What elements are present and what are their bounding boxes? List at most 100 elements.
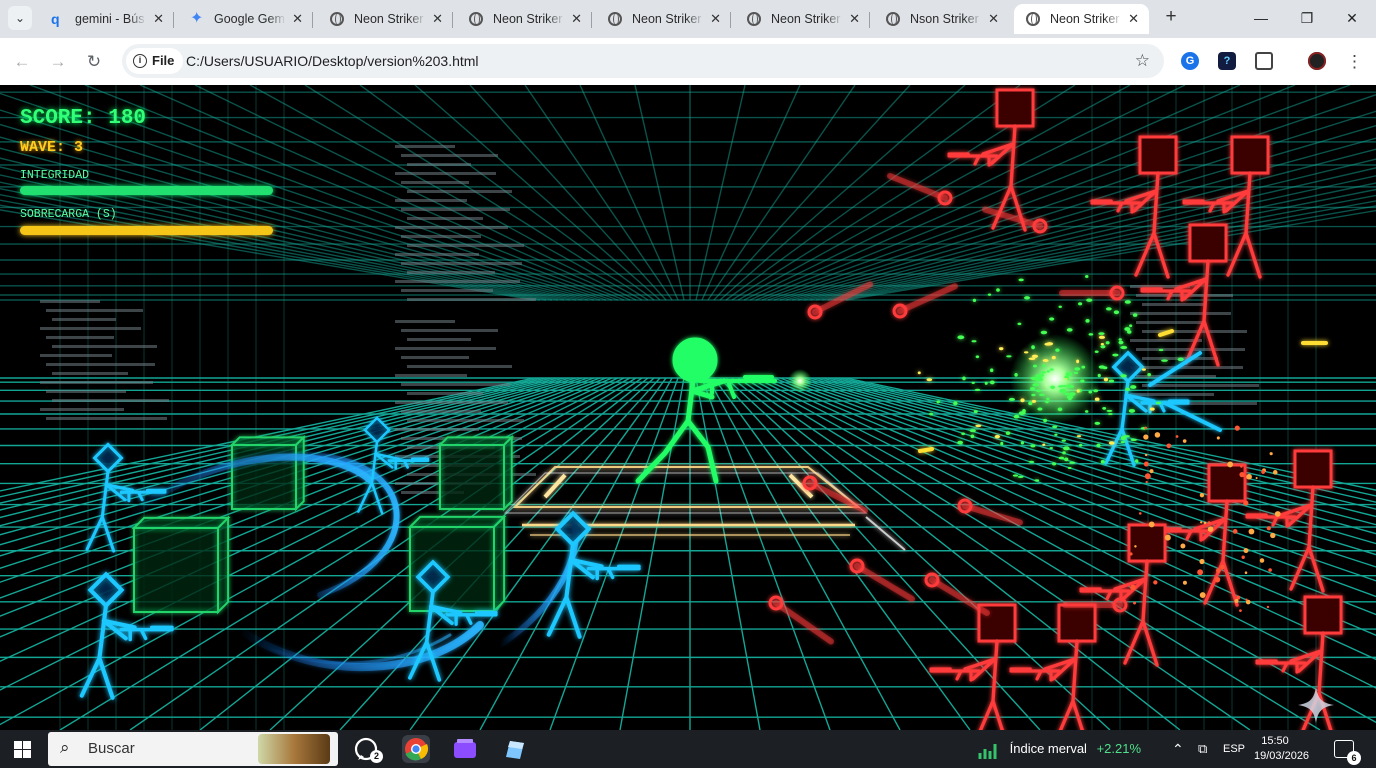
muzzle-flash: [788, 369, 812, 393]
enemy-projectile: [768, 595, 834, 645]
tab-close-icon[interactable]: ✕: [292, 4, 303, 34]
tab-label: Neon Striker: [354, 12, 424, 26]
health-bar-fill: [20, 186, 273, 195]
tab-close-icon[interactable]: ✕: [1128, 4, 1139, 34]
tab-close-icon[interactable]: ✕: [571, 4, 582, 34]
app-blue-icon[interactable]: [500, 735, 528, 763]
windows-start-icon[interactable]: [14, 741, 31, 758]
browser-tab[interactable]: Neon Striker ✕: [596, 4, 731, 34]
player-stickman: [635, 337, 777, 484]
tab-search-button[interactable]: ⌄: [8, 6, 32, 30]
globe-icon: [886, 12, 900, 26]
tab-label: Neon Striker: [1050, 12, 1120, 26]
browser-tab[interactable]: Neon Striker ✕: [318, 4, 453, 34]
new-tab-button[interactable]: +: [1160, 6, 1182, 30]
whatsapp-icon[interactable]: 2: [353, 735, 383, 763]
taskbar-search-placeholder: Buscar: [88, 740, 135, 757]
score-label: SCORE: 180: [20, 107, 147, 130]
browser-tab[interactable]: Neon Striker ✕: [1014, 4, 1149, 34]
minimize-button[interactable]: —: [1250, 6, 1272, 30]
app-purple-icon[interactable]: [451, 735, 479, 763]
menu-kebab-icon[interactable]: ⋮: [1346, 50, 1363, 74]
address-bar[interactable]: File C:/Users/USUARIO/Desktop/version%20…: [122, 44, 1164, 78]
restore-button[interactable]: ❐: [1296, 6, 1318, 30]
ally-hit-streak: [1148, 351, 1222, 432]
browser-tab[interactable]: ✦ Google Gem ✕: [178, 4, 313, 34]
search-highlight-image: [258, 734, 330, 764]
extensions-puzzle-icon[interactable]: [1255, 52, 1273, 70]
chrome-taskbar-icon[interactable]: [402, 735, 430, 763]
extension-q-icon[interactable]: ?: [1218, 52, 1236, 70]
taskbar: ⌕ Buscar 2 Índice merval +2.21% ⌃ ⧉ ESP …: [0, 730, 1376, 768]
search-icon: ⌕: [60, 738, 70, 757]
url-text[interactable]: C:/Users/USUARIO/Desktop/version%203.htm…: [186, 44, 479, 78]
globe-icon: [1026, 12, 1040, 26]
whatsapp-badge: 2: [370, 750, 383, 763]
browser-tab[interactable]: Neon Striker ✕: [457, 4, 592, 34]
tab-strip: ⌄ q gemini - Bús ✕ ✦ Google Gem ✕ Neon Striker…: [0, 0, 1376, 38]
wave-label: WAVE: 3: [20, 139, 84, 156]
tab-separator: [312, 12, 313, 28]
enemy-soldier: [1079, 523, 1167, 667]
extension-g-icon[interactable]: G: [1181, 52, 1199, 70]
browser-toolbar: ← → ↻ File C:/Users/USUARIO/Desktop/vers…: [0, 38, 1376, 85]
forward-button[interactable]: →: [46, 50, 70, 74]
tab-label: Nson Striker: [910, 12, 979, 26]
browser-tab[interactable]: Neon Striker ✕: [735, 4, 870, 34]
tab-label: Google Gem: [214, 12, 285, 26]
tab-close-icon[interactable]: ✕: [432, 4, 443, 34]
reload-button[interactable]: ↻: [82, 50, 106, 74]
neon-crate: [131, 515, 231, 615]
tab-separator: [730, 12, 731, 28]
network-icon[interactable]: ⧉: [1198, 730, 1207, 768]
clock[interactable]: 15:50 19/03/2026: [1254, 734, 1310, 764]
globe-icon: [747, 12, 761, 26]
tab-close-icon[interactable]: ✕: [710, 4, 721, 34]
notification-count: 6: [1347, 751, 1361, 765]
gemini-icon: ✦: [190, 10, 204, 27]
tab-separator: [452, 12, 453, 28]
back-button[interactable]: ←: [10, 50, 34, 74]
browser-tab[interactable]: q gemini - Bús ✕: [39, 4, 174, 34]
profile-avatar[interactable]: [1308, 52, 1326, 70]
enemy-projectile: [924, 572, 990, 616]
tab-close-icon[interactable]: ✕: [153, 4, 164, 34]
site-info-chip[interactable]: File: [126, 48, 184, 74]
tray-chevron-icon[interactable]: ⌃: [1172, 730, 1184, 768]
gemini-sparkle-icon: [1298, 687, 1334, 723]
neon-crate: [229, 434, 307, 512]
tab-separator: [591, 12, 592, 28]
tab-close-icon[interactable]: ✕: [849, 4, 860, 34]
tab-separator: [173, 12, 174, 28]
enemy-projectile: [957, 498, 1023, 526]
notifications-icon[interactable]: 6: [1334, 740, 1361, 765]
market-change: +2.21%: [1096, 741, 1142, 756]
tab-label: Neon Striker: [493, 12, 563, 26]
market-label: Índice merval: [1009, 741, 1087, 756]
health-bar: [20, 186, 273, 195]
tab-label: Neon Striker: [632, 12, 702, 26]
language-indicator[interactable]: ESP: [1223, 730, 1245, 768]
enemy-projectile: [802, 475, 868, 514]
tab-close-icon[interactable]: ✕: [988, 4, 999, 34]
tab-label: gemini - Bús: [75, 12, 145, 26]
clock-time: 15:50: [1261, 735, 1289, 747]
globe-icon: [608, 12, 622, 26]
close-window-button[interactable]: ✕: [1341, 6, 1363, 30]
neon-crate: [437, 434, 515, 512]
overcharge-bar: [20, 226, 273, 235]
clock-date: 19/03/2026: [1254, 750, 1310, 762]
game-canvas[interactable]: SCORE: 180 WAVE: 3 INTEGRIDAD SOBRECARGA…: [0, 85, 1376, 730]
globe-icon: [469, 12, 483, 26]
market-widget[interactable]: Índice merval +2.21%: [978, 730, 1141, 768]
taskbar-search[interactable]: ⌕ Buscar: [48, 732, 338, 766]
tab-separator: [869, 12, 870, 28]
overcharge-label: SOBRECARGA (S): [20, 208, 117, 221]
browser-tab[interactable]: Nson Striker ✕: [874, 4, 1009, 34]
game-scene: [0, 85, 1376, 730]
globe-icon: [330, 12, 344, 26]
bookmark-star-icon[interactable]: ☆: [1135, 44, 1150, 78]
neon-crate: [407, 514, 507, 614]
health-label: INTEGRIDAD: [20, 169, 90, 182]
tab-label: Neon Striker: [771, 12, 841, 26]
